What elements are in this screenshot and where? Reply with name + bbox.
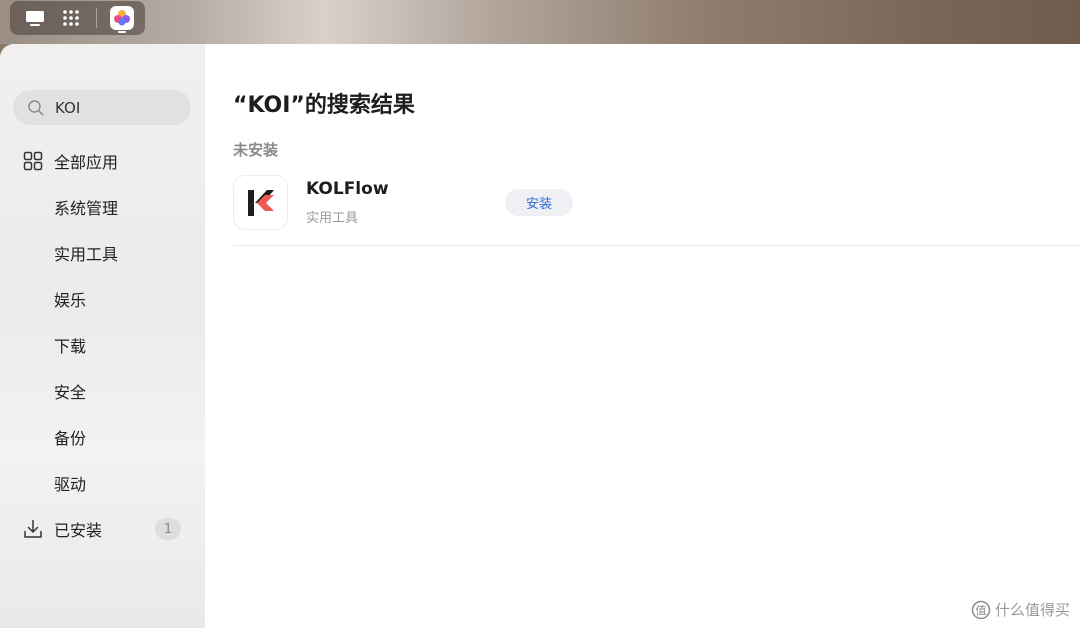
- sidebar-item-label: 实用工具: [54, 245, 119, 264]
- taskbar-divider: [96, 8, 97, 28]
- watermark-text: 什么值得买: [994, 601, 1070, 619]
- app-launcher-button[interactable]: [56, 1, 86, 35]
- search-icon: [28, 99, 44, 116]
- sidebar-item-label: 已安装: [54, 521, 103, 540]
- install-button[interactable]: 安装: [505, 189, 573, 216]
- sidebar-item-drivers[interactable]: 驱动: [0, 460, 205, 506]
- category-nav: 全部应用 系统管理 实用工具 娱乐 下载 安全 备份 驱动 已安装 1: [0, 138, 205, 552]
- sidebar-item-label: 全部应用: [54, 153, 119, 172]
- sidebar-item-label: 娱乐: [54, 291, 87, 310]
- watermark: 值 什么值得买: [971, 599, 1070, 620]
- active-app-indicator: [118, 31, 126, 33]
- sidebar-item-entertainment[interactable]: 娱乐: [0, 276, 205, 322]
- kolflow-logo-icon: [247, 189, 274, 216]
- search-box[interactable]: [13, 90, 191, 125]
- kolflow-logo: [233, 175, 288, 230]
- app-center-icon: [114, 10, 130, 26]
- sidebar-item-system-management[interactable]: 系统管理: [0, 184, 205, 230]
- installed-count-badge: 1: [155, 518, 181, 540]
- sidebar: 全部应用 系统管理 实用工具 娱乐 下载 安全 备份 驱动: [0, 44, 205, 628]
- grid-icon: [23, 151, 43, 171]
- svg-text:值: 值: [975, 604, 986, 617]
- smzdm-logo-icon: 值: [971, 600, 991, 619]
- sidebar-item-label: 系统管理: [54, 199, 119, 218]
- app-category: 实用工具: [306, 211, 359, 226]
- monitor-icon: [26, 11, 44, 26]
- desktop-wallpaper: [0, 0, 1080, 44]
- grid-dots-icon: [63, 10, 79, 26]
- app-name: KOLFlow: [306, 179, 389, 199]
- page-title: “KOI”的搜索结果: [233, 93, 415, 118]
- sidebar-item-installed[interactable]: 已安装 1: [0, 506, 205, 552]
- sidebar-item-download[interactable]: 下载: [0, 322, 205, 368]
- sidebar-item-label: 安全: [54, 383, 87, 402]
- sidebar-item-utilities[interactable]: 实用工具: [0, 230, 205, 276]
- main-content: “KOI”的搜索结果 未安装 KOLFlow 实用工具 安装 值 什么值得买: [205, 44, 1080, 628]
- taskbar: [10, 1, 145, 35]
- sidebar-item-label: 备份: [54, 429, 87, 448]
- search-input[interactable]: [55, 92, 175, 123]
- download-icon: [24, 519, 42, 538]
- sidebar-item-security[interactable]: 安全: [0, 368, 205, 414]
- sidebar-item-label: 驱动: [54, 475, 87, 494]
- sidebar-item-all-apps[interactable]: 全部应用: [0, 138, 205, 184]
- app-center-taskbar-button[interactable]: [108, 1, 136, 35]
- app-result-row[interactable]: KOLFlow 实用工具 安装: [233, 174, 1080, 246]
- show-desktop-button[interactable]: [20, 1, 50, 35]
- app-center-window: 全部应用 系统管理 实用工具 娱乐 下载 安全 备份 驱动: [0, 44, 1080, 628]
- sidebar-item-backup[interactable]: 备份: [0, 414, 205, 460]
- section-label-not-installed: 未安装: [233, 141, 279, 159]
- sidebar-item-label: 下载: [54, 337, 87, 356]
